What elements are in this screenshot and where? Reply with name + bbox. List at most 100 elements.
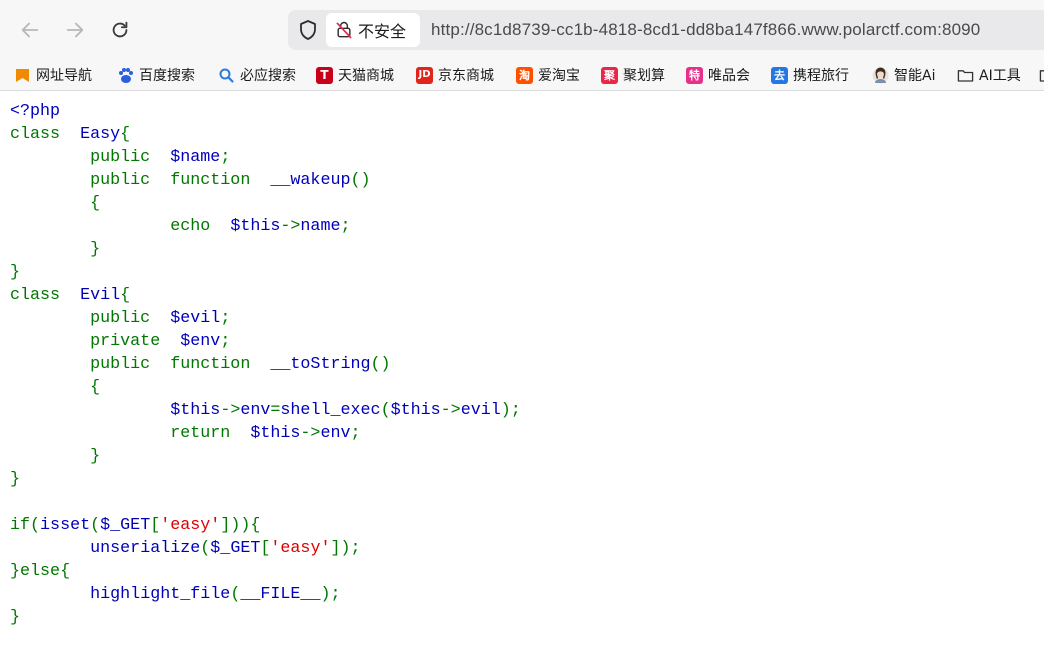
code-line: echo $this->name; [10,215,521,238]
bookmark-label: 百度搜索 [139,68,195,84]
bookmark-jd[interactable]: JD 京东商城 [416,60,494,90]
url-text[interactable]: http://8c1d8739-cc1b-4818-8cd1-dd8ba147f… [431,10,980,50]
code-token: = [270,401,281,420]
code-token: $name [170,148,221,167]
code-token: $env [180,332,221,351]
code-token: unserialize [90,539,201,558]
code-line: return $this->env; [10,422,521,445]
code-token: -> [300,424,321,443]
ctrip-icon: 去 [771,66,788,84]
ai-avatar-icon [872,67,889,84]
back-button[interactable] [13,13,47,47]
code-token: return [10,424,251,443]
code-token: env [320,424,351,443]
arrow-left-icon [21,22,39,38]
code-token: 'easy' [160,516,221,535]
code-token: [ [260,539,271,558]
bookmarks-bar: 网址导航 百度搜索 必应搜索 T 天猫商城 JD 京东商城 淘 爱淘宝 聚 聚划… [0,60,1044,91]
forward-button[interactable] [58,13,92,47]
vip-icon: 特 [686,66,703,84]
code-token: ; [220,332,231,351]
bookmark-zhineng-ai[interactable]: 智能Ai [872,60,935,90]
code-token: evil [460,401,501,420]
code-token: ( [230,585,241,604]
tmall-icon: T [316,66,333,84]
bookmark-vip[interactable]: 特 唯品会 [686,60,750,90]
code-line: { [10,376,521,399]
code-token: ; [350,424,361,443]
code-token: ( [90,516,101,535]
code-token: env [240,401,271,420]
code-line: class Evil{ [10,284,521,307]
code-token: Evil [80,286,121,305]
code-token: class [10,125,81,144]
code-token: ); [500,401,521,420]
reload-button[interactable] [103,13,137,47]
code-token: } [10,240,101,259]
bookmark-tmall[interactable]: T 天猫商城 [316,60,394,90]
code-token: $this [230,217,281,236]
bookmark-aitaobao[interactable]: 淘 爱淘宝 [516,60,580,90]
code-line: public $evil; [10,307,521,330]
code-line: { [10,192,521,215]
code-token: $_GET [100,516,151,535]
site-security-indicator[interactable]: 不安全 [326,13,420,47]
code-token: { [10,378,101,397]
code-line: } [10,606,521,629]
code-token: __wakeup [270,171,351,190]
code-line: public function __wakeup() [10,169,521,192]
code-token: } [10,263,21,282]
bookmark-label: 网址导航 [36,68,92,84]
code-line: } [10,238,521,261]
code-line: $this->env=shell_exec($this->evil); [10,399,521,422]
code-token: name [300,217,341,236]
code-token: public function [10,355,271,374]
code-token: ); [320,585,341,604]
bookmark-label: 唯品会 [708,68,750,84]
code-line: private $env; [10,330,521,353]
bookmark-folder-ai-tools[interactable]: AI工具 [957,60,1021,90]
code-token: ; [340,217,351,236]
code-token: 'easy' [270,539,331,558]
bookmark-ctrip[interactable]: 去 携程旅行 [771,60,849,90]
search-icon [218,67,235,84]
bookmark-label: 携程旅行 [793,68,849,84]
bookmark-bing[interactable]: 必应搜索 [218,60,296,90]
code-token: { [120,125,131,144]
code-token: $this [170,401,221,420]
code-token: } [10,447,101,466]
code-token: -> [440,401,461,420]
code-token: }else{ [10,562,71,581]
bookmark-label: 聚划算 [623,68,665,84]
code-token: $evil [170,309,221,328]
code-token: } [10,608,21,627]
reload-icon [112,21,128,38]
code-token: } [10,470,21,489]
code-line: <?php [10,100,521,123]
code-token: __FILE__ [240,585,321,604]
address-bar[interactable]: 不安全 http://8c1d8739-cc1b-4818-8cd1-dd8ba… [288,10,1044,50]
code-token: ; [220,309,231,328]
insecure-lock-icon [336,21,352,39]
code-line: } [10,261,521,284]
bookmark-juhuasuan[interactable]: 聚 聚划算 [601,60,665,90]
php-source-code: <?php class Easy{ public $name; public fu… [10,100,521,629]
code-line: } [10,445,521,468]
shield-icon[interactable] [296,18,320,42]
folder-icon [1039,67,1044,84]
bookmark-wangzhi-daohang[interactable]: 网址导航 [14,60,92,90]
taobao-icon: 淘 [516,66,533,84]
code-line: } [10,468,521,491]
bookmark-baidu[interactable]: 百度搜索 [117,60,195,90]
jd-icon: JD [416,66,433,84]
code-line: unserialize($_GET['easy']); [10,537,521,560]
code-token: ; [220,148,231,167]
code-token: -> [220,401,241,420]
code-token: private [10,332,181,351]
code-token: () [370,355,391,374]
bookmark-overflow-folder[interactable] [1039,60,1044,90]
code-token: $this [390,401,441,420]
code-line: highlight_file(__FILE__); [10,583,521,606]
